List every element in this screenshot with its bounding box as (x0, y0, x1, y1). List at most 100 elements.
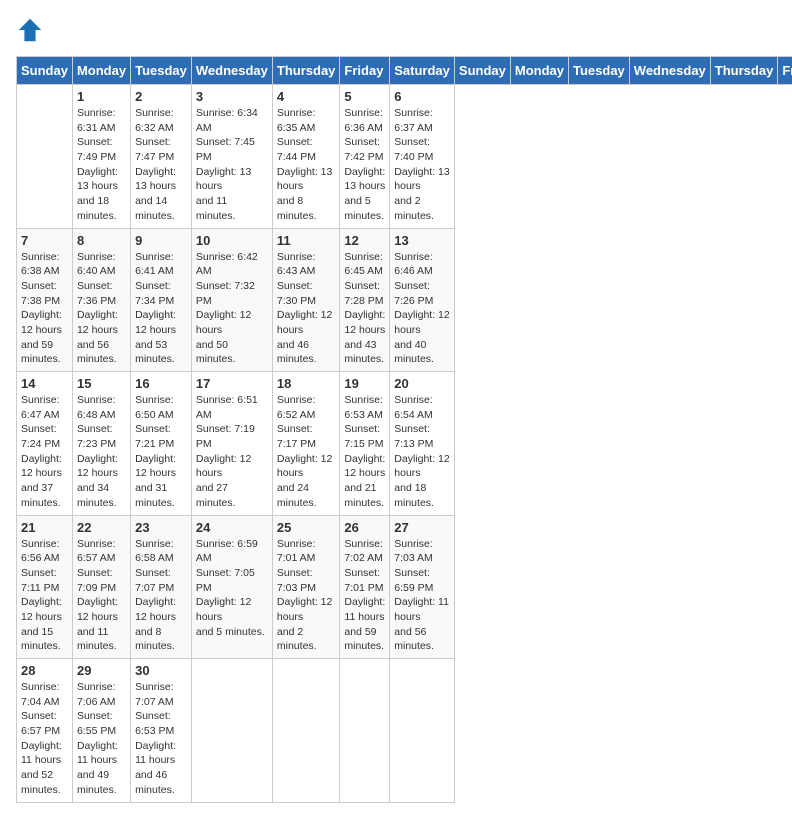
day-info: Sunrise: 6:52 AM Sunset: 7:17 PM Dayligh… (277, 393, 336, 511)
day-info: Sunrise: 6:51 AM Sunset: 7:19 PM Dayligh… (196, 393, 268, 511)
day-number: 16 (135, 376, 187, 391)
day-cell: 2Sunrise: 6:32 AM Sunset: 7:47 PM Daylig… (131, 85, 192, 229)
day-number: 6 (394, 89, 450, 104)
day-info: Sunrise: 7:01 AM Sunset: 7:03 PM Dayligh… (277, 537, 336, 655)
day-number: 7 (21, 233, 68, 248)
day-number: 1 (77, 89, 126, 104)
day-info: Sunrise: 6:56 AM Sunset: 7:11 PM Dayligh… (21, 537, 68, 655)
day-info: Sunrise: 6:45 AM Sunset: 7:28 PM Dayligh… (344, 250, 385, 368)
day-number: 5 (344, 89, 385, 104)
day-number: 8 (77, 233, 126, 248)
day-number: 22 (77, 520, 126, 535)
day-number: 10 (196, 233, 268, 248)
day-info: Sunrise: 6:43 AM Sunset: 7:30 PM Dayligh… (277, 250, 336, 368)
day-info: Sunrise: 6:57 AM Sunset: 7:09 PM Dayligh… (77, 537, 126, 655)
week-row-4: 28 Sunrise: 7:04 AM Sunset: 6:57 PM Dayli… (17, 659, 792, 803)
day-number: 24 (196, 520, 268, 535)
day-cell: 19 Sunrise: 6:53 AM Sunset: 7:15 PM Dayli… (340, 372, 390, 516)
day-cell: 21 Sunrise: 6:56 AM Sunset: 7:11 PM Dayli… (17, 515, 73, 659)
day-number: 14 (21, 376, 68, 391)
day-cell: 6 Sunrise: 6:37 AM Sunset: 7:40 PM Daylig… (390, 85, 455, 229)
day-info: Sunrise: 6:34 AM Sunset: 7:45 PM Dayligh… (196, 106, 268, 224)
day-cell: 13Sunrise: 6:46 AM Sunset: 7:26 PM Dayli… (390, 228, 455, 372)
day-number: 4 (277, 89, 336, 104)
week-row-1: 7 Sunrise: 6:38 AM Sunset: 7:38 PM Daylig… (17, 228, 792, 372)
day-number: 9 (135, 233, 187, 248)
day-number: 25 (277, 520, 336, 535)
calendar-table: SundayMondayTuesdayWednesdayThursdayFrid… (16, 56, 792, 803)
day-info: Sunrise: 6:47 AM Sunset: 7:24 PM Dayligh… (21, 393, 68, 511)
day-number: 12 (344, 233, 385, 248)
day-cell: 26 Sunrise: 7:02 AM Sunset: 7:01 PM Dayli… (340, 515, 390, 659)
day-cell: 14 Sunrise: 6:47 AM Sunset: 7:24 PM Dayli… (17, 372, 73, 516)
day-info: Sunrise: 6:37 AM Sunset: 7:40 PM Dayligh… (394, 106, 450, 224)
day-number: 29 (77, 663, 126, 678)
day-info: Sunrise: 7:04 AM Sunset: 6:57 PM Dayligh… (21, 680, 68, 798)
day-info: Sunrise: 6:36 AM Sunset: 7:42 PM Dayligh… (344, 106, 385, 224)
day-info: Sunrise: 7:06 AM Sunset: 6:55 PM Dayligh… (77, 680, 126, 798)
day-number: 11 (277, 233, 336, 248)
week-row-3: 21 Sunrise: 6:56 AM Sunset: 7:11 PM Dayli… (17, 515, 792, 659)
header-cell-wednesday: Wednesday (191, 57, 272, 85)
day-cell: 27 Sunrise: 7:03 AM Sunset: 6:59 PM Dayli… (390, 515, 455, 659)
day-cell: 25 Sunrise: 7:01 AM Sunset: 7:03 PM Dayli… (272, 515, 340, 659)
header-wednesday: Wednesday (629, 57, 710, 85)
day-info: Sunrise: 6:42 AM Sunset: 7:32 PM Dayligh… (196, 250, 268, 368)
header-cell-friday: Friday (340, 57, 390, 85)
week-row-0: 1 Sunrise: 6:31 AM Sunset: 7:49 PM Daylig… (17, 85, 792, 229)
day-number: 27 (394, 520, 450, 535)
day-info: Sunrise: 6:54 AM Sunset: 7:13 PM Dayligh… (394, 393, 450, 511)
day-info: Sunrise: 6:31 AM Sunset: 7:49 PM Dayligh… (77, 106, 126, 224)
header-cell-thursday: Thursday (272, 57, 340, 85)
day-info: Sunrise: 6:59 AM Sunset: 7:05 PM Dayligh… (196, 537, 268, 640)
day-info: Sunrise: 6:40 AM Sunset: 7:36 PM Dayligh… (77, 250, 126, 368)
day-number: 30 (135, 663, 187, 678)
header-monday: Monday (510, 57, 568, 85)
day-info: Sunrise: 6:38 AM Sunset: 7:38 PM Dayligh… (21, 250, 68, 368)
day-cell: 23 Sunrise: 6:58 AM Sunset: 7:07 PM Dayli… (131, 515, 192, 659)
day-info: Sunrise: 6:46 AM Sunset: 7:26 PM Dayligh… (394, 250, 450, 368)
day-info: Sunrise: 6:53 AM Sunset: 7:15 PM Dayligh… (344, 393, 385, 511)
day-info: Sunrise: 6:50 AM Sunset: 7:21 PM Dayligh… (135, 393, 187, 511)
header-cell-sunday: Sunday (17, 57, 73, 85)
day-cell (17, 85, 73, 229)
day-cell (191, 659, 272, 803)
day-cell: 24 Sunrise: 6:59 AM Sunset: 7:05 PM Dayli… (191, 515, 272, 659)
day-cell: 30 Sunrise: 7:07 AM Sunset: 6:53 PM Dayli… (131, 659, 192, 803)
day-info: Sunrise: 6:48 AM Sunset: 7:23 PM Dayligh… (77, 393, 126, 511)
day-cell: 15Sunrise: 6:48 AM Sunset: 7:23 PM Dayli… (72, 372, 130, 516)
day-cell: 20 Sunrise: 6:54 AM Sunset: 7:13 PM Dayli… (390, 372, 455, 516)
day-info: Sunrise: 7:03 AM Sunset: 6:59 PM Dayligh… (394, 537, 450, 655)
week-row-2: 14 Sunrise: 6:47 AM Sunset: 7:24 PM Dayli… (17, 372, 792, 516)
day-cell: 7 Sunrise: 6:38 AM Sunset: 7:38 PM Daylig… (17, 228, 73, 372)
day-info: Sunrise: 6:58 AM Sunset: 7:07 PM Dayligh… (135, 537, 187, 655)
header-tuesday: Tuesday (569, 57, 630, 85)
day-number: 2 (135, 89, 187, 104)
day-number: 28 (21, 663, 68, 678)
day-cell: 4 Sunrise: 6:35 AM Sunset: 7:44 PM Daylig… (272, 85, 340, 229)
day-number: 21 (21, 520, 68, 535)
header-sunday: Sunday (454, 57, 510, 85)
day-cell: 1 Sunrise: 6:31 AM Sunset: 7:49 PM Daylig… (72, 85, 130, 229)
day-cell: 5 Sunrise: 6:36 AM Sunset: 7:42 PM Daylig… (340, 85, 390, 229)
day-info: Sunrise: 6:41 AM Sunset: 7:34 PM Dayligh… (135, 250, 187, 368)
header-friday: Friday (778, 57, 792, 85)
header-row: SundayMondayTuesdayWednesdayThursdayFrid… (17, 57, 792, 85)
day-info: Sunrise: 7:02 AM Sunset: 7:01 PM Dayligh… (344, 537, 385, 655)
day-info: Sunrise: 6:35 AM Sunset: 7:44 PM Dayligh… (277, 106, 336, 224)
header (16, 16, 776, 44)
day-number: 17 (196, 376, 268, 391)
day-cell: 28 Sunrise: 7:04 AM Sunset: 6:57 PM Dayli… (17, 659, 73, 803)
header-thursday: Thursday (710, 57, 778, 85)
day-number: 26 (344, 520, 385, 535)
day-cell: 8 Sunrise: 6:40 AM Sunset: 7:36 PM Daylig… (72, 228, 130, 372)
day-cell: 29 Sunrise: 7:06 AM Sunset: 6:55 PM Dayli… (72, 659, 130, 803)
day-info: Sunrise: 7:07 AM Sunset: 6:53 PM Dayligh… (135, 680, 187, 798)
day-number: 19 (344, 376, 385, 391)
day-number: 20 (394, 376, 450, 391)
logo-icon (16, 16, 44, 44)
day-cell: 18Sunrise: 6:52 AM Sunset: 7:17 PM Dayli… (272, 372, 340, 516)
day-cell (340, 659, 390, 803)
header-cell-tuesday: Tuesday (131, 57, 192, 85)
day-number: 23 (135, 520, 187, 535)
